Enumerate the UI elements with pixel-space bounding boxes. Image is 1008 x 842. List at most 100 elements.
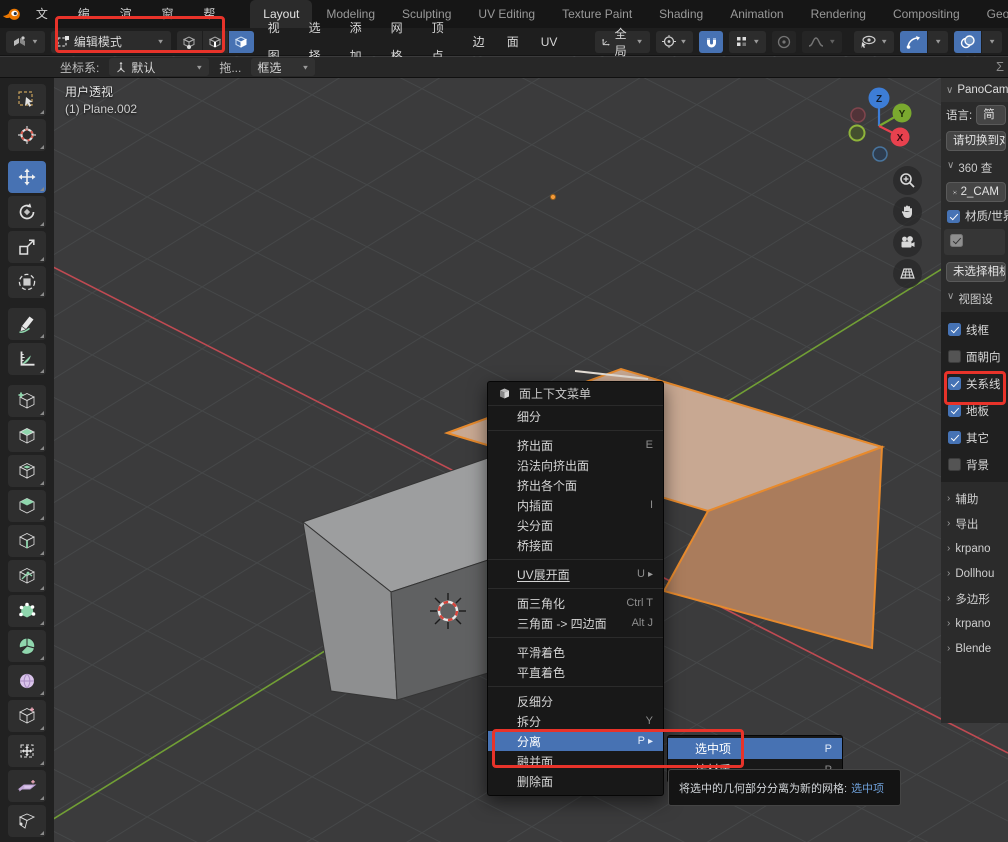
ortho-grid-icon[interactable] xyxy=(893,259,922,288)
pivot-point-dropdown[interactable]: ▼ xyxy=(656,31,694,53)
overlays-toggle[interactable] xyxy=(954,31,981,53)
menu-help[interactable]: 帮助 xyxy=(192,0,234,28)
editor-type-dropdown[interactable]: ▼ xyxy=(6,31,45,53)
section-auxiliary[interactable]: ›辅助 xyxy=(941,486,1008,511)
menu-file[interactable]: 文件 xyxy=(25,0,67,28)
loop-cut-tool[interactable] xyxy=(8,525,46,557)
knife-tool[interactable] xyxy=(8,560,46,592)
section-360-view[interactable]: ∨ 360 查 xyxy=(941,154,1008,179)
camera-view-icon[interactable] xyxy=(893,228,922,257)
zoom-icon[interactable] xyxy=(893,166,922,195)
submenu-item-selection[interactable]: 选中项P xyxy=(668,738,842,759)
edge-slide-tool[interactable] xyxy=(8,700,46,732)
menu-item-split[interactable]: 拆分Y xyxy=(488,711,663,731)
proportional-falloff-dropdown[interactable]: ▼ xyxy=(802,31,842,53)
tab-shading[interactable]: Shading xyxy=(646,0,716,28)
menu-edit[interactable]: 编辑 xyxy=(67,0,109,28)
shear-tool[interactable] xyxy=(8,770,46,802)
show-object-types-dropdown[interactable]: ▼ xyxy=(854,31,894,53)
menu-item-delete-faces[interactable]: 删除面 xyxy=(488,771,663,791)
no-camera-button[interactable]: 未选择相机 xyxy=(946,262,1006,282)
menu-item-uv-unwrap[interactable]: UV展开面U▸ xyxy=(488,564,663,584)
background-checkbox[interactable] xyxy=(948,458,961,471)
menu-item-unsubdivide[interactable]: 反细分 xyxy=(488,691,663,711)
snap-with-dropdown[interactable]: ▼ xyxy=(729,31,766,53)
pan-hand-icon[interactable] xyxy=(893,197,922,226)
select-box-dropdown[interactable]: 框选 ▼ xyxy=(251,58,315,76)
menu-item-subdivide[interactable]: 细分 xyxy=(488,406,663,426)
sub-option-checkbox[interactable] xyxy=(950,234,963,247)
inset-faces-tool[interactable] xyxy=(8,455,46,487)
navigation-gizmo[interactable]: Z Y X xyxy=(836,80,936,180)
menu-item-shade-smooth[interactable]: 平滑着色 xyxy=(488,642,663,662)
panel-header-panocam[interactable]: ∨ PanoCam xyxy=(941,78,1008,102)
cursor-tool[interactable] xyxy=(8,119,46,151)
camera-select-button[interactable]: 2_CAM xyxy=(946,182,1006,202)
shrink-fatten-tool[interactable] xyxy=(8,735,46,767)
switch-camera-button[interactable]: 请切换到对 xyxy=(946,131,1006,151)
menu-item-extrude-individual[interactable]: 挤出各个面 xyxy=(488,475,663,495)
tab-rendering[interactable]: Rendering xyxy=(798,0,879,28)
material-world-checkbox[interactable] xyxy=(947,210,960,223)
proportional-editing-toggle[interactable] xyxy=(772,31,796,53)
orientation-dropdown[interactable]: 全局 ▼ xyxy=(595,31,650,53)
rotate-tool[interactable] xyxy=(8,196,46,228)
face-select-icon[interactable] xyxy=(229,31,254,53)
spin-tool[interactable] xyxy=(8,630,46,662)
menu-item-triangulate[interactable]: 面三角化Ctrl T xyxy=(488,593,663,613)
smooth-tool[interactable] xyxy=(8,665,46,697)
bevel-tool[interactable] xyxy=(8,490,46,522)
section-krpano-2[interactable]: ›krpano xyxy=(941,611,1008,636)
rip-region-tool[interactable] xyxy=(8,805,46,837)
section-polygon[interactable]: ›多边形 xyxy=(941,586,1008,611)
face-orientation-checkbox[interactable] xyxy=(948,350,961,363)
panel-handle-icon[interactable]: Ʃ xyxy=(996,59,1004,74)
menu-item-inset-faces[interactable]: 内插面I xyxy=(488,495,663,515)
menu-item-extrude-faces[interactable]: 挤出面E xyxy=(488,435,663,455)
gizmos-dropdown[interactable]: ▼ xyxy=(928,31,948,53)
extrude-region-tool[interactable] xyxy=(8,420,46,452)
menu-edge[interactable]: 边 xyxy=(465,28,493,56)
menu-window[interactable]: 窗口 xyxy=(151,0,193,28)
menu-item-bridge-faces[interactable]: 桥接面 xyxy=(488,535,663,555)
annotate-tool[interactable] xyxy=(8,308,46,340)
section-krpano-1[interactable]: ›krpano xyxy=(941,536,1008,561)
section-export[interactable]: ›导出 xyxy=(941,511,1008,536)
language-select[interactable]: 简 xyxy=(976,105,1006,125)
section-view-settings[interactable]: ∨ 视图设 xyxy=(941,285,1008,310)
tab-animation[interactable]: Animation xyxy=(717,0,796,28)
menu-item-dissolve-faces[interactable]: 融并面 xyxy=(488,751,663,771)
scale-tool[interactable] xyxy=(8,231,46,263)
tab-compositing[interactable]: Compositing xyxy=(880,0,973,28)
menu-face[interactable]: 面 xyxy=(499,28,527,56)
tab-uv-editing[interactable]: UV Editing xyxy=(465,0,548,28)
menu-render[interactable]: 渲染 xyxy=(109,0,151,28)
other-checkbox[interactable] xyxy=(948,431,961,444)
transform-orientation-dropdown[interactable]: 默认 ▼ xyxy=(109,58,209,76)
menu-item-shade-flat[interactable]: 平直着色 xyxy=(488,662,663,682)
tab-geometry-nodes[interactable]: Geometry Nodes xyxy=(974,0,1008,28)
menu-item-poke-faces[interactable]: 尖分面 xyxy=(488,515,663,535)
menu-item-tris-to-quads[interactable]: 三角面 -> 四边面Alt J xyxy=(488,613,663,633)
section-dollhouse[interactable]: ›Dollhou xyxy=(941,561,1008,586)
poly-build-tool[interactable] xyxy=(8,595,46,627)
floor-checkbox[interactable] xyxy=(948,404,961,417)
move-tool[interactable] xyxy=(8,161,46,193)
gizmos-toggle[interactable] xyxy=(900,31,927,53)
menu-item-separate[interactable]: 分离P▸ xyxy=(488,731,663,751)
overlays-dropdown[interactable]: ▼ xyxy=(982,31,1002,53)
section-blender[interactable]: ›Blende xyxy=(941,636,1008,661)
transform-tool[interactable] xyxy=(8,266,46,298)
vertex-select-icon[interactable] xyxy=(177,31,202,53)
blender-logo-icon[interactable] xyxy=(0,0,25,28)
add-cube-tool[interactable] xyxy=(8,385,46,417)
mode-dropdown[interactable]: 编辑模式 ▼ xyxy=(51,31,171,53)
edge-select-icon[interactable] xyxy=(203,31,228,53)
box-select-tool[interactable] xyxy=(8,84,46,116)
wireframe-checkbox[interactable] xyxy=(948,323,961,336)
snap-toggle[interactable] xyxy=(699,31,723,53)
menu-uv[interactable]: UV xyxy=(533,28,566,56)
measure-tool[interactable] xyxy=(8,343,46,375)
menu-item-extrude-along-normals[interactable]: 沿法向挤出面 xyxy=(488,455,663,475)
relationship-lines-checkbox[interactable] xyxy=(948,377,961,390)
